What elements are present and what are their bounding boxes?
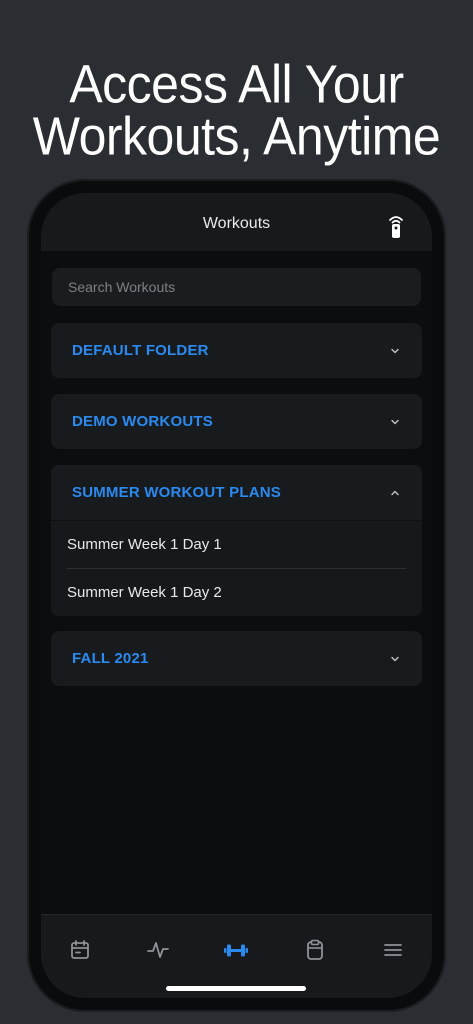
workout-name: Summer Week 1 Day 2 — [67, 584, 222, 601]
folder-header[interactable]: DEMO WORKOUTS — [51, 394, 422, 449]
folder-workout-list: Summer Week 1 Day 1 Summer Week 1 Day 2 — [51, 520, 422, 616]
clipboard-icon — [307, 939, 323, 960]
folder-header[interactable]: DEFAULT FOLDER — [51, 323, 422, 378]
chevron-down-icon — [391, 656, 399, 662]
home-indicator[interactable] — [166, 986, 306, 991]
activity-icon — [147, 942, 169, 958]
chevron-down-icon — [391, 419, 399, 425]
chevron-down-icon — [391, 348, 399, 354]
folder-title: SUMMER WORKOUT PLANS — [72, 484, 281, 501]
tab-clipboard[interactable] — [302, 937, 328, 963]
headline-line-1: Access All Your — [69, 53, 404, 115]
folder-demo-workouts[interactable]: DEMO WORKOUTS — [51, 394, 422, 449]
headline-line-2: Workouts, Anytime — [32, 105, 441, 167]
remote-icon[interactable] — [385, 213, 407, 239]
page-title: Workouts — [202, 215, 271, 232]
tab-workouts[interactable] — [223, 937, 249, 963]
menu-icon — [384, 944, 402, 956]
list-item[interactable]: Summer Week 1 Day 2 — [51, 569, 422, 616]
chevron-up-icon — [391, 490, 399, 496]
folder-title: DEMO WORKOUTS — [72, 413, 213, 430]
folder-default-folder[interactable]: DEFAULT FOLDER — [51, 323, 422, 378]
folder-title: FALL 2021 — [72, 650, 149, 667]
app-store-screenshot: Access All Your Workouts, Anytime Workou… — [0, 0, 473, 1024]
dumbbell-icon — [224, 944, 248, 957]
calendar-icon — [71, 940, 89, 959]
tab-activity[interactable] — [145, 937, 171, 963]
folder-fall-2021[interactable]: FALL 2021 — [51, 631, 422, 686]
tab-menu[interactable] — [380, 937, 406, 963]
search-input[interactable] — [52, 268, 421, 306]
phone-screen: Workouts DEFAULT FOLDER — [41, 193, 432, 998]
folder-header[interactable]: FALL 2021 — [51, 631, 422, 686]
folder-title: DEFAULT FOLDER — [72, 342, 209, 359]
workout-name: Summer Week 1 Day 1 — [67, 536, 222, 553]
tab-calendar[interactable] — [67, 937, 93, 963]
folder-header[interactable]: SUMMER WORKOUT PLANS — [51, 465, 422, 520]
folder-summer-workout-plans[interactable]: SUMMER WORKOUT PLANS Summer Week 1 Day 1… — [51, 465, 422, 616]
navigation-bar: Workouts — [41, 193, 432, 251]
marketing-headline: Access All Your Workouts, Anytime — [0, 53, 473, 167]
list-item[interactable]: Summer Week 1 Day 1 — [51, 521, 422, 568]
